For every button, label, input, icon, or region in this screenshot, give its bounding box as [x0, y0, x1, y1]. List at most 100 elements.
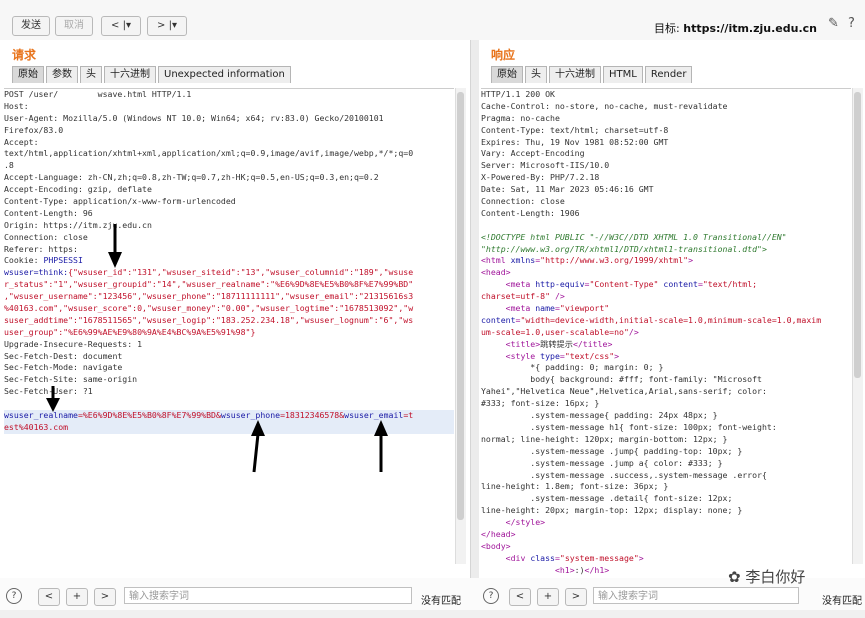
tab-params[interactable]: 参数 — [46, 66, 78, 83]
code-line: um-scale=1.0,user-scalable=no"/> — [481, 327, 851, 339]
code-line: <title>跳转提示</title> — [481, 339, 851, 351]
code-line: Yahei","Helvetica Neue",Helvetica,Arial,… — [481, 386, 851, 398]
code-line: line-height: 20px; margin-top: 12px; dis… — [481, 505, 851, 517]
forward-button[interactable]: > |▾ — [147, 16, 187, 36]
code-line: <html xmlns="http://www.w3.org/1999/xhtm… — [481, 255, 851, 267]
search-input[interactable]: 输入搜索字词 — [124, 587, 412, 604]
code-line: </head> — [481, 529, 851, 541]
code-line: .8 — [4, 160, 14, 171]
code-line: %40163.com","wsuser_score":0,"wsuser_mon… — [4, 303, 454, 315]
code-token: <style — [505, 350, 541, 361]
search-input[interactable]: 输入搜索字词 — [593, 587, 799, 604]
tab-render[interactable]: Render — [644, 66, 693, 83]
code-token: suser_addtime":"1678511565","wsuser_logi… — [4, 314, 414, 325]
tab-html[interactable]: HTML — [603, 66, 643, 83]
cookie-line: Cookie: PHPSESSI — [4, 255, 454, 267]
code-token: "system-message" — [559, 552, 639, 563]
response-scroll-thumb[interactable] — [854, 92, 861, 378]
code-token: </title> — [572, 338, 613, 349]
code-line: normal; line-height: 120px; margin-botto… — [481, 434, 851, 446]
code-token: =18312346578& — [280, 410, 345, 421]
match-status: 没有匹配 — [822, 596, 862, 607]
code-line: User-Agent: Mozilla/5.0 (Windows NT 10.0… — [4, 112, 384, 123]
response-title: 响应 — [491, 48, 516, 62]
request-editor[interactable]: POST /user/ wsave.html HTTP/1.1 Host: Us… — [4, 88, 454, 578]
code-token: </head> — [481, 528, 516, 539]
code-line: Content-Type: application/x-www-form-url… — [4, 196, 236, 207]
code-token: <!DOCTYPE html PUBLIC "-//W3C//DTD XHTML… — [481, 231, 787, 242]
help-icon[interactable]: ? — [483, 588, 499, 604]
status-bar — [0, 610, 865, 618]
code-token: /> — [550, 291, 565, 302]
search-add-button[interactable]: + — [66, 588, 88, 606]
code-line: Sec-Fetch-Mode: navigate — [4, 362, 123, 373]
tab-hex[interactable]: 十六进制 — [549, 66, 601, 83]
search-next-button[interactable]: > — [565, 588, 587, 606]
request-scroll-thumb[interactable] — [457, 92, 464, 521]
code-line: Firefox/83.0 — [4, 124, 64, 135]
code-line: Accept: — [4, 136, 39, 147]
code-line: <body> — [481, 541, 851, 553]
code-line: "http://www.w3.org/TR/xhtml1/DTD/xhtml1-… — [481, 244, 851, 256]
toolbar: 发送 取消 < |▾ > |▾ 目标: https://itm.zju.edu.… — [0, 0, 865, 41]
code-token: :) — [574, 564, 585, 575]
code-line: *{ padding: 0; margin: 0; } — [481, 362, 851, 374]
code-line: POST /user/ wsave.html HTTP/1.1 — [4, 89, 192, 99]
tab-raw[interactable]: 原始 — [12, 66, 44, 83]
send-button[interactable]: 发送 — [12, 16, 50, 36]
code-line: Upgrade-Insecure-Requests: 1 — [4, 338, 143, 349]
response-editor[interactable]: HTTP/1.1 200 OK Cache-Control: no-store, … — [481, 88, 851, 578]
cancel-button[interactable]: 取消 — [55, 16, 93, 36]
code-line: .system-message{ padding: 24px 48px; } — [481, 410, 851, 422]
request-tabs: 原始 参数 头 十六进制 Unexpected information — [12, 66, 293, 84]
request-scrollbar[interactable] — [455, 88, 466, 564]
code-token: #333; font-size: 16px; } — [481, 398, 600, 409]
tab-headers[interactable]: 头 — [525, 66, 547, 83]
code-token: </style> — [505, 517, 546, 528]
response-scrollbar[interactable] — [852, 88, 863, 564]
search-add-button[interactable]: + — [537, 588, 559, 606]
tab-raw[interactable]: 原始 — [491, 66, 523, 83]
edit-icon[interactable]: ✎ — [828, 16, 839, 31]
code-token: <meta — [505, 279, 536, 290]
tab-headers[interactable]: 头 — [80, 66, 102, 83]
back-button[interactable]: < |▾ — [101, 16, 141, 36]
code-token: </h1> — [584, 564, 610, 575]
code-token: http-equiv — [535, 279, 585, 290]
help-icon[interactable]: ? — [6, 588, 22, 604]
search-prev-button[interactable]: < — [38, 588, 60, 606]
code-token: > — [614, 350, 620, 361]
code-line: Expires: Thu, 19 Nov 1981 08:52:00 GMT — [481, 136, 669, 147]
code-line: Accept-Encoding: gzip, deflate — [4, 184, 152, 195]
help-icon[interactable]: ? — [848, 16, 855, 31]
code-token: line-height: 20px; margin-top: 12px; dis… — [481, 505, 743, 516]
code-line: Origin: https://itm.zju.edu.cn — [4, 219, 152, 230]
code-token: "http://www.w3.org/TR/xhtml1/DTD/xhtml1-… — [481, 243, 767, 254]
code-token: name — [535, 303, 555, 314]
tab-hex[interactable]: 十六进制 — [104, 66, 156, 83]
target-display: 目标: https://itm.zju.edu.cn — [654, 20, 817, 36]
tab-unexpected-info[interactable]: Unexpected information — [158, 66, 291, 83]
code-line: .system-message .success,.system-message… — [481, 470, 851, 482]
code-line: suser_addtime":"1678511565","wsuser_logi… — [4, 315, 454, 327]
search-prev-button[interactable]: < — [509, 588, 531, 606]
code-token: <title> — [505, 338, 541, 349]
response-tabs: 原始 头 十六进制 HTML Render — [491, 66, 694, 84]
code-line: charset=utf-8" /> — [481, 291, 851, 303]
code-line: text/html,application/xhtml+xml,applicat… — [4, 148, 414, 159]
search-next-button[interactable]: > — [94, 588, 116, 606]
code-token: class — [545, 577, 570, 578]
code-line: .system-message .detail{ font-size: 12px… — [481, 493, 851, 505]
code-token: <head> — [481, 267, 511, 278]
code-token: /> — [628, 326, 639, 337]
code-token: </ — [665, 577, 675, 578]
code-token: 编辑完成！ — [624, 577, 665, 578]
code-token: um-scale=1.0,user-scalable=no" — [481, 326, 629, 337]
code-line: line-height: 1.8em; font-size: 36px; } — [481, 481, 851, 493]
code-line: Content-Type: text/html; charset=utf-8 — [481, 124, 669, 135]
cookie-key: PHPSESSI — [43, 255, 83, 266]
post-body-value: est%40163.com — [4, 421, 69, 432]
code-token: <html — [481, 255, 511, 266]
